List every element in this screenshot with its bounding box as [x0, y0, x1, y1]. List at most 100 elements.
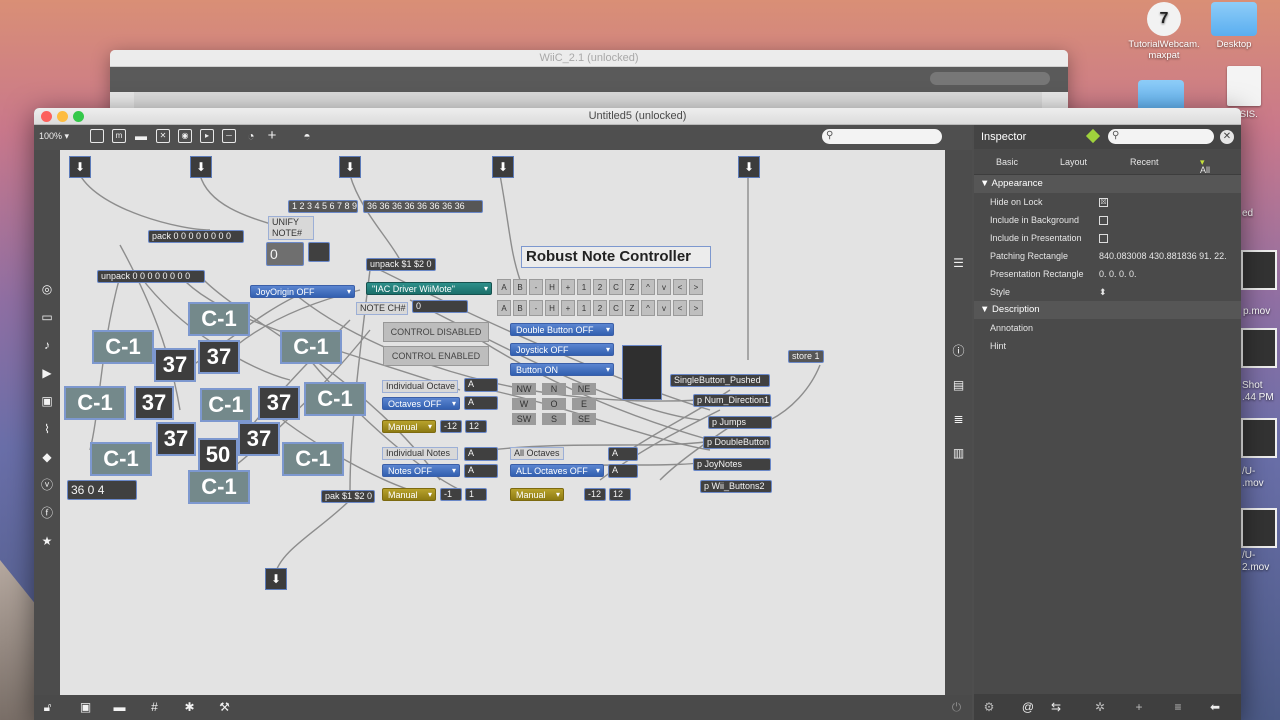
unpack-object[interactable]: unpack 0 0 0 0 0 0 0 0 [97, 270, 205, 283]
minimize-window-button[interactable] [57, 111, 68, 122]
asterisk-icon[interactable]: ✲ [1093, 700, 1107, 714]
notes-off-menu[interactable]: Notes OFF [382, 464, 460, 477]
wii-key-button[interactable]: > [689, 300, 703, 316]
wii-key-button[interactable]: < [673, 300, 687, 316]
wii-key-button[interactable]: B [513, 300, 527, 316]
desktop-file-tutorialwebcam[interactable]: 7 TutorialWebcam. maxpat [1124, 2, 1204, 61]
joyorigin-menu[interactable]: JoyOrigin OFF [250, 285, 355, 298]
direction-button[interactable]: O [542, 398, 566, 410]
button-on-menu[interactable]: Button ON [510, 363, 614, 376]
zoom-window-button[interactable] [73, 111, 84, 122]
paperclip-icon[interactable]: ⌇ [40, 422, 54, 436]
double-button-menu[interactable]: Double Button OFF [510, 323, 614, 336]
wii-key-button[interactable]: 2 [593, 279, 607, 295]
wii-key-button[interactable]: v [657, 279, 671, 295]
comment-mode-icon[interactable]: ▬ [112, 700, 127, 715]
wii-buttons-row-2[interactable]: A B - H +1 2 C Z ^ v < > [497, 300, 703, 318]
desktop-thumbnail[interactable] [1241, 508, 1277, 548]
include-in-background-checkbox[interactable] [1099, 216, 1108, 225]
wii-key-button[interactable]: - [529, 279, 543, 295]
style-stepper[interactable]: ⬍ [1099, 283, 1239, 301]
gear-icon[interactable]: ⚙ [982, 700, 996, 714]
inlet-4[interactable]: ⬇ [492, 156, 514, 178]
note-number-box[interactable]: 37 [258, 386, 300, 420]
direction-button[interactable]: S [542, 413, 566, 425]
twelve-number[interactable]: 12 [465, 420, 487, 433]
description-section[interactable]: ▼ Description [974, 301, 1241, 319]
toggle-icon[interactable]: ◉ [178, 129, 192, 143]
close-window-button[interactable] [41, 111, 52, 122]
v-circle-icon[interactable]: ⓥ [40, 478, 54, 492]
direction-button[interactable]: SE [572, 413, 596, 425]
wii-key-button[interactable]: B [513, 279, 527, 295]
lock-icon[interactable]: 🔓︎ [40, 700, 55, 715]
inlet-5[interactable]: ⬇ [738, 156, 760, 178]
zoom-menu[interactable]: 100% ▾ [39, 131, 69, 142]
unpack-s1-s2-object[interactable]: unpack $1 $2 0 [366, 258, 436, 271]
twelve-number-b[interactable]: 12 [609, 488, 631, 501]
jumps-subpatcher[interactable]: p Jumps [708, 416, 772, 429]
joystick-menu[interactable]: Joystick OFF [510, 343, 614, 356]
inspector-search-input[interactable]: ⚲ [1108, 129, 1214, 144]
outlet-icon[interactable]: ▸ [200, 129, 214, 143]
desktop-folder-desktop[interactable]: Desktop [1206, 2, 1262, 50]
wii-key-button[interactable]: Z [625, 300, 639, 316]
wii-key-button[interactable]: H [545, 300, 559, 316]
control-disabled-button[interactable]: CONTROL DISABLED [383, 322, 489, 342]
all-octaves-off-menu[interactable]: ALL Octaves OFF [510, 464, 604, 477]
plug-icon[interactable]: ◆ [40, 450, 54, 464]
pak-object[interactable]: pak $1 $2 0 [321, 490, 375, 503]
patching-rectangle-value[interactable]: 840.083008 430.881836 91. 22. [1099, 247, 1239, 265]
pack-object[interactable]: pack 0 0 0 0 0 0 0 0 [148, 230, 244, 243]
hide-on-lock-checkbox[interactable]: ☒ [1099, 198, 1108, 207]
direction-button[interactable]: N [542, 383, 566, 395]
wii-key-button[interactable]: H [545, 279, 559, 295]
menu-icon[interactable]: ≡ [1171, 700, 1185, 714]
note-number-box[interactable]: C-1 [282, 442, 344, 476]
note-channel-number[interactable]: 0 [412, 300, 468, 313]
wii-key-button[interactable]: ^ [641, 279, 655, 295]
octaves-off-menu[interactable]: Octaves OFF [382, 397, 460, 410]
note-number-box[interactable]: 50 [198, 438, 238, 472]
control-enabled-button[interactable]: CONTROL ENABLED [383, 346, 489, 366]
add-icon[interactable]: + [265, 128, 279, 143]
note-number-box[interactable]: 0 [266, 242, 304, 266]
inlet-1[interactable]: ⬇ [69, 156, 91, 178]
note-number-box[interactable]: 37 [238, 422, 280, 456]
note-number-box[interactable]: C-1 [188, 470, 250, 504]
presentation-mode-icon[interactable]: ▣ [78, 700, 93, 715]
note-number-box[interactable]: C-1 [200, 388, 252, 422]
note-number-box[interactable]: C-1 [280, 330, 342, 364]
inspector-close-icon[interactable]: ✕ [1220, 130, 1234, 144]
tab-layout[interactable]: Layout [1060, 157, 1087, 167]
canvas-search-input[interactable]: ⚲ [822, 129, 942, 144]
wrench-icon[interactable]: ⚒ [217, 700, 232, 715]
presentation-rectangle-value[interactable]: 0. 0. 0. 0. [1099, 265, 1239, 283]
debug-icon[interactable]: ✱ [182, 700, 197, 715]
sequence-message[interactable]: 1 2 3 4 5 6 7 8 9 [288, 200, 358, 213]
minus1-number[interactable]: -1 [440, 488, 462, 501]
info-icon[interactable]: ⓘ [951, 344, 966, 358]
patch-canvas[interactable]: ⬇ ⬇ ⬇ ⬇ ⬇ ⬇ pack 0 0 0 0 0 0 0 0 unpack … [60, 150, 945, 695]
reference-icon[interactable]: ▥ [951, 446, 966, 460]
direction-button[interactable]: SW [512, 413, 536, 425]
filter-icon[interactable]: ⇆ [1049, 700, 1063, 714]
note-selector-a[interactable]: A [464, 447, 498, 461]
note-selector-b[interactable]: A [464, 464, 498, 478]
media-icon[interactable]: ▶ [40, 366, 54, 380]
close-box-icon[interactable]: ✕ [156, 129, 170, 143]
inspector-status-icon[interactable] [1085, 128, 1101, 144]
desktop-thumbnail[interactable] [1241, 250, 1277, 290]
inlet-3[interactable]: ⬇ [339, 156, 361, 178]
note-number-box[interactable]: 37 [198, 340, 240, 374]
music-note-icon[interactable]: ♪ [40, 338, 54, 352]
back-arrow-icon[interactable]: ⬅ [1208, 700, 1222, 714]
note-number-box[interactable]: C-1 [304, 382, 366, 416]
image-icon[interactable]: ▣ [40, 394, 54, 408]
direction-button[interactable]: NW [512, 383, 536, 395]
book-icon[interactable]: ▤ [951, 378, 966, 392]
star-icon[interactable]: ★ [40, 534, 54, 548]
wii-buttons-subpatcher[interactable]: p Wii_Buttons2 [700, 480, 772, 493]
note-number-box[interactable]: C-1 [90, 442, 152, 476]
wii-key-button[interactable]: 1 [577, 279, 591, 295]
